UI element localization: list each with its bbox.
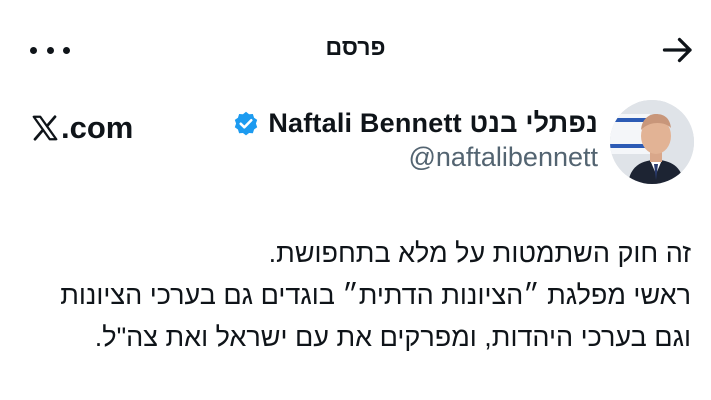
arrow-right-icon	[662, 37, 692, 63]
post-line: ראשי מפלגת ״הציונות הדתית״ בוגדים גם בער…	[60, 280, 691, 310]
author-display-name[interactable]: Naftali Bennett נפתלי בנט	[268, 108, 598, 139]
author-handle[interactable]: @naftalibennett	[408, 142, 598, 173]
post-line: זה חוק השתמטות על מלא בתחפושת.	[268, 238, 691, 268]
forward-button[interactable]	[660, 32, 696, 68]
profile-photo	[610, 100, 694, 184]
verified-badge-icon	[235, 111, 258, 135]
post-line: וגם בערכי היהדות, ומפרקים את עם ישראל וא…	[94, 322, 691, 352]
brand-domain-text: .com	[61, 110, 134, 145]
brand-watermark: .com	[30, 110, 133, 146]
avatar[interactable]	[610, 100, 694, 184]
post-text: זה חוק השתמטות על מלא בתחפושת. ראשי מפלג…	[1, 232, 691, 358]
page-title: פרסם	[325, 34, 386, 60]
x-logo-icon	[32, 115, 58, 141]
top-bar: פרסם	[0, 0, 711, 100]
author-name-row: Naftali Bennett נפתלי בנט	[232, 108, 598, 139]
